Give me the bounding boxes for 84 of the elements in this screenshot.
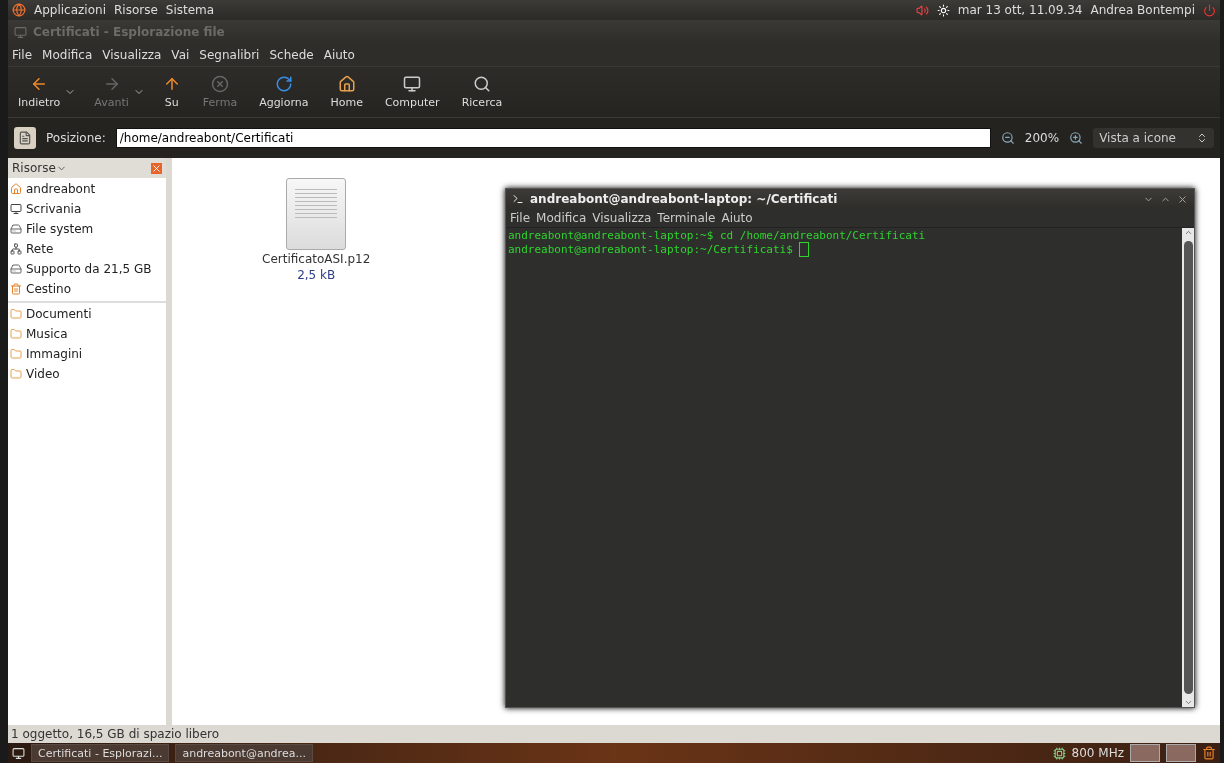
file-name[interactable]: CertificatoASI.p12 <box>262 252 371 266</box>
terminal-line: andreabont@andreabont-laptop:~/Certificati$ <box>508 243 794 256</box>
sidebar-item[interactable]: Scrivania <box>8 199 166 219</box>
home-icon <box>337 75 356 93</box>
menu-item[interactable]: Modifica <box>536 211 587 225</box>
sidebar-item[interactable]: File system <box>8 219 166 239</box>
sidebar-item[interactable]: Video <box>8 364 166 384</box>
zoom-out-icon[interactable] <box>1000 131 1015 145</box>
folder-icon <box>10 368 22 380</box>
menu-item[interactable]: Aiuto <box>721 211 753 225</box>
sidebar-item[interactable]: andreabont <box>8 179 166 199</box>
menu-item[interactable]: Terminale <box>657 211 716 225</box>
power-icon[interactable] <box>1203 3 1216 17</box>
user-name[interactable]: Andrea Bontempi <box>1090 3 1195 17</box>
panel-menu[interactable]: Sistema <box>165 3 215 17</box>
folder-icon <box>10 348 22 360</box>
cpu-icon <box>1052 746 1066 760</box>
cpu-frequency: 800 MHz <box>1071 746 1124 760</box>
toolbar-button[interactable]: Indietro <box>14 75 65 109</box>
file-size: 2,5 kB <box>297 268 336 282</box>
updown-icon <box>1196 132 1208 144</box>
menu-item[interactable]: File <box>510 211 531 225</box>
menu-item[interactable]: Visualizza <box>592 211 652 225</box>
trash-icon <box>10 283 22 295</box>
workspace-switcher[interactable] <box>1130 744 1160 762</box>
stop-icon <box>211 75 229 93</box>
network-icon <box>10 243 22 255</box>
sidebar-item[interactable]: Musica <box>8 324 166 344</box>
location-label: Posizione: <box>46 131 106 145</box>
show-desktop-icon[interactable] <box>12 746 25 760</box>
computer-icon <box>403 75 422 93</box>
location-field[interactable]: /home/andreabont/Certificati <box>115 128 991 148</box>
terminal-icon <box>512 193 524 205</box>
menu-item[interactable]: File <box>12 48 33 62</box>
home-folder-icon <box>10 183 22 195</box>
folder-icon <box>10 328 22 340</box>
clock[interactable]: mar 13 ott, 11.09.34 <box>957 3 1083 17</box>
panel-menu[interactable]: Risorse <box>114 3 158 17</box>
terminal-title: andreabont@andreabont-laptop: ~/Certificati <box>530 192 838 206</box>
sidebar-item[interactable]: Rete <box>8 239 166 259</box>
sun-icon[interactable] <box>936 3 950 17</box>
edit-icon[interactable] <box>14 127 36 149</box>
menu-item[interactable]: Vai <box>171 48 190 62</box>
window-icon <box>14 25 27 39</box>
search-icon <box>472 75 491 93</box>
status-text: 1 oggetto, 16,5 GB di spazio libero <box>11 727 220 741</box>
desktop-icon <box>10 203 22 215</box>
toolbar-button[interactable]: Su <box>158 75 185 109</box>
scrollbar[interactable] <box>1182 228 1194 707</box>
view-select[interactable]: Vista a icone <box>1093 128 1214 148</box>
workspace-switcher[interactable] <box>1166 744 1196 762</box>
reload-icon <box>274 75 293 93</box>
folder-icon <box>10 308 22 320</box>
menu-item[interactable]: Segnalibri <box>199 48 260 62</box>
sidebar-item[interactable]: Supporto da 21,5 GB <box>8 259 166 279</box>
menu-item[interactable]: Visualizza <box>102 48 162 62</box>
taskbar-button[interactable]: andreabont@andrea... <box>175 744 313 762</box>
sidebar-item[interactable]: Documenti <box>8 304 166 324</box>
menu-item[interactable]: Aiuto <box>323 48 355 62</box>
toolbar-button[interactable]: Aggiorna <box>255 75 313 109</box>
menu-item[interactable]: Schede <box>269 48 314 62</box>
sidebar-header[interactable]: Risorse <box>8 158 166 178</box>
close-icon[interactable] <box>1177 193 1188 205</box>
zoom-in-icon[interactable] <box>1069 131 1084 145</box>
close-icon[interactable] <box>151 162 162 174</box>
toolbar-button[interactable]: Computer <box>380 75 444 109</box>
trash-icon[interactable] <box>1202 746 1216 760</box>
toolbar-button[interactable]: Ricerca <box>457 75 507 109</box>
drive-icon <box>10 263 22 275</box>
sidebar-item[interactable]: Cestino <box>8 279 166 299</box>
panel-menu[interactable]: Applicazioni <box>34 3 106 17</box>
toolbar-button[interactable]: Home <box>326 75 367 109</box>
text-cursor <box>799 242 810 257</box>
taskbar-button[interactable]: Certificati - Esplorazi... <box>31 744 170 762</box>
zoom-level: 200% <box>1024 131 1060 145</box>
speaker-icon[interactable] <box>915 3 929 17</box>
sidebar-title[interactable]: Risorse <box>12 161 56 175</box>
menu-item[interactable]: Modifica <box>42 48 93 62</box>
window-title: Certificati - Esplorazione file <box>33 25 225 39</box>
document-icon[interactable] <box>286 178 347 250</box>
logo-icon <box>12 3 26 17</box>
drive-icon <box>10 223 22 235</box>
sidebar-item[interactable]: Immagini <box>8 344 166 364</box>
terminal-line: andreabont@andreabont-laptop:~$ cd /home/andreabont/Certificati <box>508 229 926 242</box>
